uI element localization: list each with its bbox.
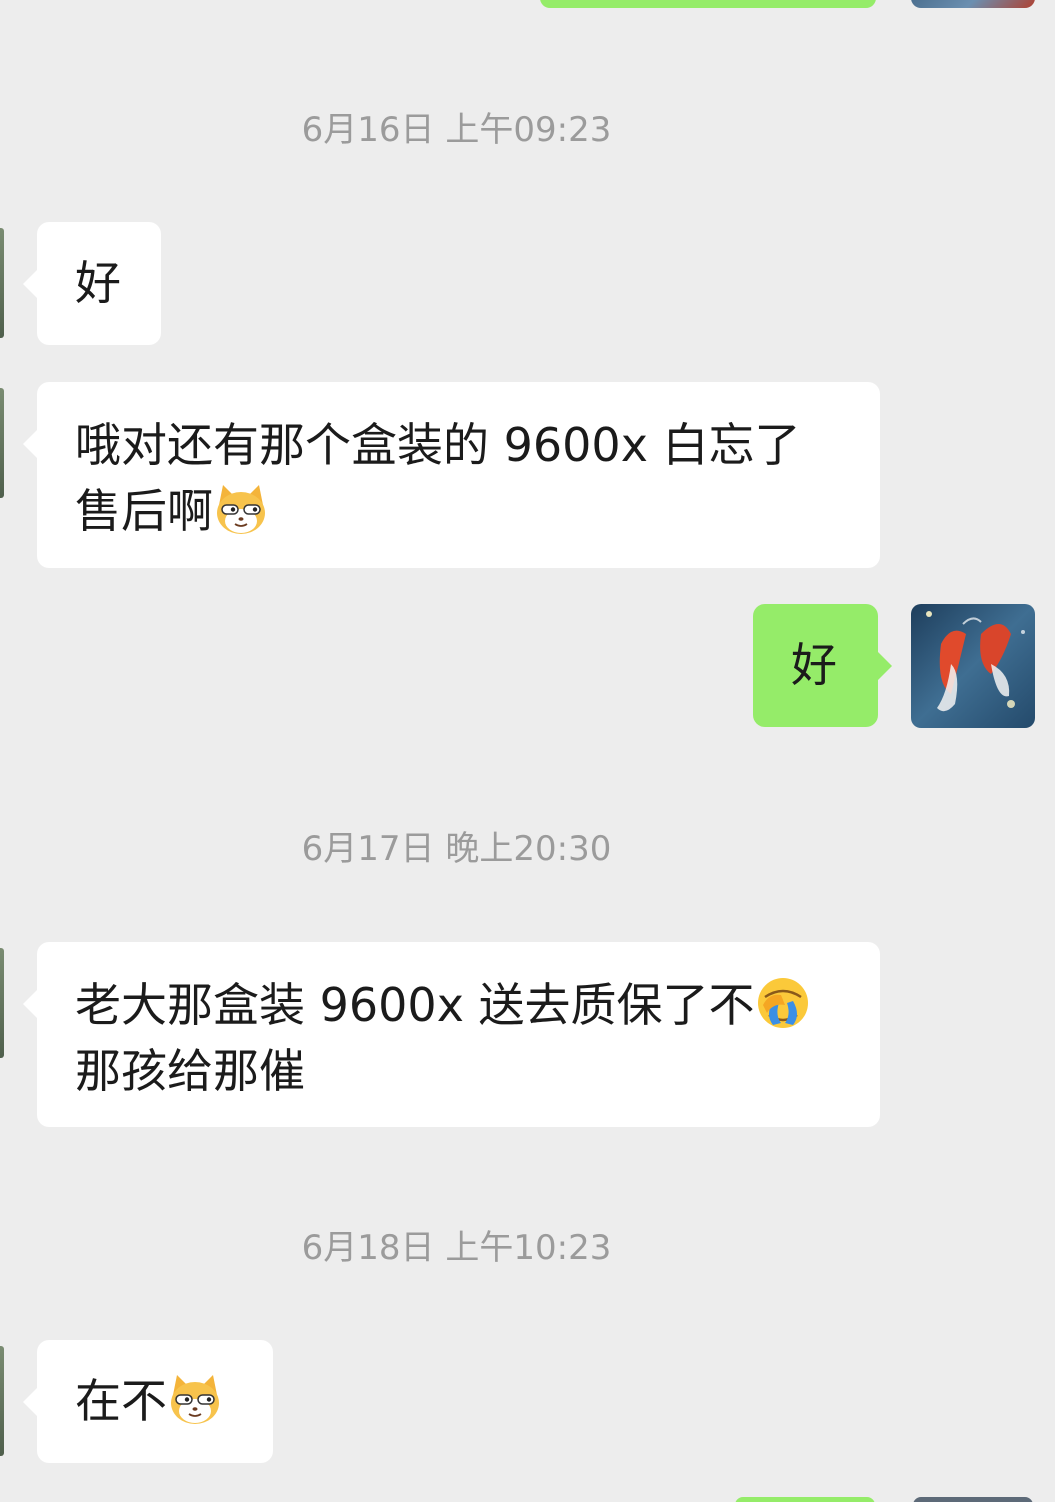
- timestamp: 6月17日 晚上20:30: [301, 829, 612, 869]
- message-text-line: 那孩给那催: [75, 1044, 305, 1098]
- chat-area[interactable]: 6月16日 上午09:23 好 哦对还有那个盒装的 9600x 白忘了 售后啊 …: [0, 0, 1055, 1502]
- timestamp: 6月16日 上午09:23: [301, 110, 612, 150]
- message-text: 好: [75, 256, 121, 310]
- outgoing-bubble-partial[interactable]: [735, 1497, 875, 1502]
- incoming-message-bubble[interactable]: 哦对还有那个盒装的 9600x 白忘了 售后啊: [23, 382, 880, 568]
- koi-fish-avatar[interactable]: [911, 604, 1035, 728]
- self-avatar-partial[interactable]: [913, 1497, 1033, 1502]
- outgoing-bubble-partial[interactable]: [540, 0, 876, 8]
- cat-grin-emoji: [217, 485, 265, 534]
- outgoing-message-bubble[interactable]: 好: [753, 604, 892, 727]
- incoming-message-bubble[interactable]: 好: [23, 222, 161, 345]
- message-text-line: 哦对还有那个盒装的 9600x 白忘了: [75, 418, 801, 472]
- incoming-message-bubble[interactable]: 在不: [23, 1340, 273, 1463]
- incoming-message-bubble[interactable]: 老大那盒装 9600x 送去质保了不 那孩给那催: [23, 942, 880, 1127]
- message-text: 在不: [75, 1374, 167, 1428]
- cat-grin-emoji: [171, 1375, 219, 1424]
- contact-avatar-partial[interactable]: [0, 228, 4, 338]
- contact-avatar-partial[interactable]: [0, 948, 4, 1058]
- message-text-line: 老大那盒装 9600x 送去质保了不: [75, 978, 755, 1032]
- contact-avatar-partial[interactable]: [0, 388, 4, 498]
- message-text-line: 售后啊: [75, 484, 213, 538]
- contact-avatar-partial[interactable]: [0, 1346, 4, 1456]
- facepalm-emoji: [757, 978, 808, 1028]
- message-text: 好: [791, 638, 837, 692]
- self-avatar-partial[interactable]: [911, 0, 1035, 8]
- timestamp: 6月18日 上午10:23: [301, 1228, 612, 1268]
